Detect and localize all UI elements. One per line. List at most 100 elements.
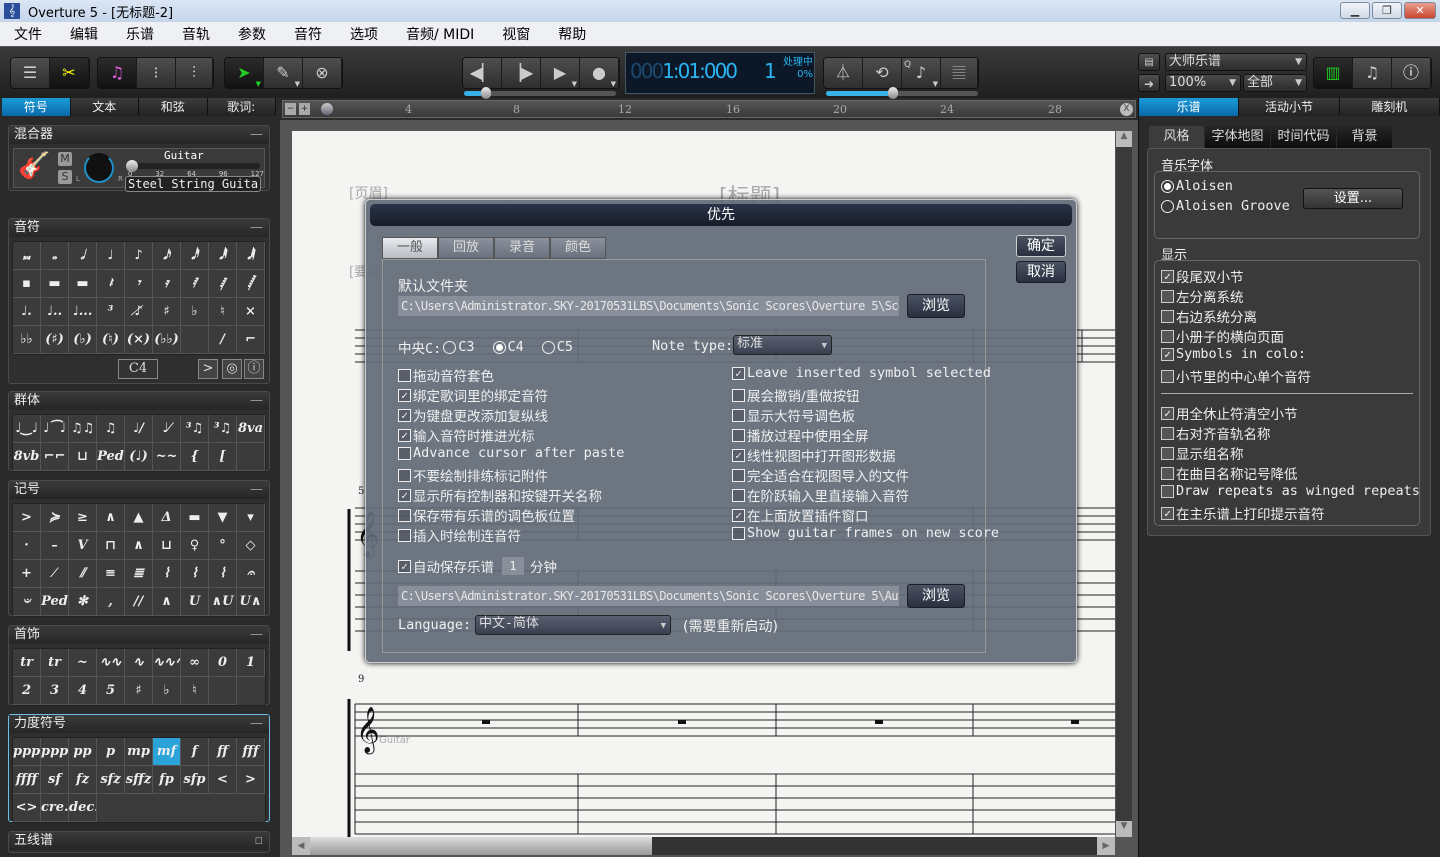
erase-button[interactable]: ⊗ xyxy=(303,58,342,88)
palette-symbol-button[interactable]: ⌇ xyxy=(209,560,237,588)
option-checkbox[interactable]: 不要绘制排练标记附件 xyxy=(398,465,548,485)
palette-symbol-button[interactable]: ♯ xyxy=(125,677,153,705)
palette-symbol-button[interactable]: ppp xyxy=(41,738,69,766)
checkbox-unchecked[interactable] xyxy=(1161,329,1174,343)
palette-symbol-button[interactable]: ∧ xyxy=(125,532,153,560)
palette-symbol-button[interactable]: tr xyxy=(41,649,69,677)
palette-symbol-button[interactable]: 𝅘𝅥𝅱 xyxy=(209,242,237,270)
option-checkbox[interactable]: 左分离系统 xyxy=(1161,286,1244,306)
playback-position-slider[interactable] xyxy=(464,87,616,99)
palette-symbol-button[interactable]: ≽ xyxy=(41,504,69,532)
option-checkbox[interactable]: 在曲目名称记号降低 xyxy=(1161,463,1298,483)
layout-icon-button[interactable]: ▤ xyxy=(1138,53,1160,71)
browse-autosave-button[interactable]: 浏览 xyxy=(907,584,965,608)
option-checkbox[interactable]: ✓ Symbols in colo: xyxy=(1161,346,1306,362)
palette-symbol-button[interactable]: sfp xyxy=(181,766,209,794)
option-checkbox[interactable]: 拖动音符套色 xyxy=(398,365,494,385)
palette-symbol-button[interactable]: 8vb xyxy=(13,443,41,471)
zoom-out-button[interactable]: − xyxy=(285,103,296,115)
palette-symbol-button[interactable]: ⊔ xyxy=(69,443,97,471)
rewind-button[interactable]: ◀▏ xyxy=(463,58,502,88)
palette-symbol-button[interactable]: 𝅘𝅥𝅯 xyxy=(153,242,181,270)
pan-knob[interactable] xyxy=(84,153,114,183)
menu-track[interactable]: 音轨 xyxy=(168,24,210,44)
palette-symbol-button[interactable]: U xyxy=(181,588,209,616)
palette-symbol-button[interactable]: 5 xyxy=(97,677,125,705)
pencil-button[interactable]: ✎ ▼ xyxy=(264,58,303,88)
option-checkbox[interactable]: 右边系统分离 xyxy=(1161,306,1257,326)
palette-symbol-button[interactable]: ⌐⌐ xyxy=(41,443,69,471)
palette-symbol-button[interactable]: ♩‿♩ xyxy=(13,415,41,443)
palette-symbol-button[interactable]: ▪ xyxy=(13,270,41,298)
view-select[interactable]: 全部 ▼ xyxy=(1243,74,1307,92)
option-checkbox[interactable]: ✓ 在主乐谱上打印提示音符 xyxy=(1161,503,1325,523)
subtab-style[interactable]: 风格 xyxy=(1149,126,1204,148)
option-checkbox[interactable]: ✓ 线性视图中打开图形数据 xyxy=(732,445,896,465)
palette-symbol-button[interactable]: – xyxy=(41,532,69,560)
palette-symbol-button[interactable]: fff xyxy=(237,738,265,766)
subtab-background[interactable]: 背景 xyxy=(1337,126,1392,148)
checkbox-checked[interactable]: ✓ xyxy=(1161,269,1174,283)
checkbox-unchecked[interactable] xyxy=(398,368,411,382)
palette-symbol-button[interactable]: ♩ xyxy=(97,242,125,270)
score-file-button[interactable]: ♫ xyxy=(1353,58,1392,88)
palette-symbol-button[interactable]: p xyxy=(97,738,125,766)
palette-symbol-button[interactable]: ~ xyxy=(69,649,97,677)
instrument-select[interactable]: Steel String Guitar xyxy=(125,176,261,192)
palette-symbol-button[interactable]: ♩... xyxy=(69,298,97,326)
volume-slider[interactable] xyxy=(126,160,260,172)
tempo-slider-knob[interactable] xyxy=(888,87,898,99)
checkbox[interactable]: ✓ xyxy=(398,559,411,573)
autosave-folder-field[interactable]: C:\Users\Administrator.SKY-20170531LBS\D… xyxy=(398,586,899,606)
tab-recording[interactable]: 录音 xyxy=(494,237,550,259)
loop-button[interactable]: ⟲ xyxy=(863,58,902,88)
palette-symbol-button[interactable]: ⫽ xyxy=(69,560,97,588)
option-checkbox[interactable]: 显示大符号调色板 xyxy=(732,405,855,425)
palette-symbol-button[interactable]: ≡ xyxy=(97,560,125,588)
tab-score[interactable]: 乐谱 xyxy=(1139,98,1240,116)
note-type-select[interactable]: 标准 ▼ xyxy=(733,335,832,355)
palette-symbol-button[interactable]: 8va xyxy=(237,415,265,443)
collapse-icon[interactable]: — xyxy=(250,392,263,410)
tab-active-measure[interactable]: 活动小节 xyxy=(1239,98,1340,116)
palette-symbol-button[interactable]: 𝅘𝅥𝅰 xyxy=(181,242,209,270)
tab-colors[interactable]: 颜色 xyxy=(550,237,606,259)
browse-scores-button[interactable]: 浏览 xyxy=(907,294,965,318)
palette-symbol-button[interactable]: ∿∿∿ xyxy=(153,649,181,677)
palette-symbol-button[interactable]: ▬ xyxy=(69,270,97,298)
option-checkbox[interactable]: Show guitar frames on new score xyxy=(732,525,999,541)
mixer-button[interactable]: ⫶ xyxy=(176,58,213,88)
zoom-select[interactable]: 100% ▼ xyxy=(1165,74,1241,92)
palette-symbol-button[interactable]: ♩. xyxy=(13,298,41,326)
radio-c5[interactable] xyxy=(541,340,555,354)
checkbox-checked[interactable]: ✓ xyxy=(398,428,411,442)
score-view-button[interactable]: ♫ xyxy=(98,58,137,88)
tempo-slider[interactable] xyxy=(826,87,978,99)
checkbox-unchecked[interactable] xyxy=(1161,289,1174,303)
solo-button[interactable]: S xyxy=(58,170,72,184)
palette-symbol-button[interactable]: 𝄽 xyxy=(97,270,125,298)
palette-symbol-button[interactable]: ♪̸ xyxy=(125,298,153,326)
accent-button[interactable]: > xyxy=(198,359,218,379)
option-checkbox[interactable]: ✓ 输入音符时推进光标 xyxy=(398,425,535,445)
palette-symbol-button[interactable]: ≣ xyxy=(125,560,153,588)
palette-symbol-button[interactable]: 𝅘𝅥𝅲 xyxy=(237,242,265,270)
palette-symbol-button[interactable]: ♫♫ xyxy=(69,415,97,443)
option-checkbox[interactable]: ✓ 用全休止符清空小节 xyxy=(1161,403,1298,423)
font-option-aloisen[interactable]: Aloisen xyxy=(1161,178,1233,194)
palette-symbol-button[interactable]: ∧U xyxy=(209,588,237,616)
palette-symbol-button[interactable]: Δ xyxy=(153,504,181,532)
track-sheet-button[interactable]: ☰ xyxy=(11,58,50,88)
metronome-button[interactable]: ⏃ xyxy=(824,58,863,88)
palette-symbol-button[interactable]: ³♫ xyxy=(209,415,237,443)
palette-symbol-button[interactable]: sfz xyxy=(97,766,125,794)
palette-symbol-button[interactable]: 𝄑 xyxy=(13,588,41,616)
palette-symbol-button[interactable]: ° xyxy=(209,532,237,560)
checkbox-unchecked[interactable] xyxy=(398,508,411,522)
expand-icon[interactable]: ▫ xyxy=(254,832,263,850)
palette-symbol-button[interactable]: 2 xyxy=(13,677,41,705)
palette-symbol-button[interactable]: ♫ xyxy=(97,415,125,443)
palette-symbol-button[interactable]: Ped xyxy=(41,588,69,616)
palette-symbol-button[interactable]: ∧ xyxy=(153,588,181,616)
checkbox-checked[interactable]: ✓ xyxy=(732,448,745,462)
